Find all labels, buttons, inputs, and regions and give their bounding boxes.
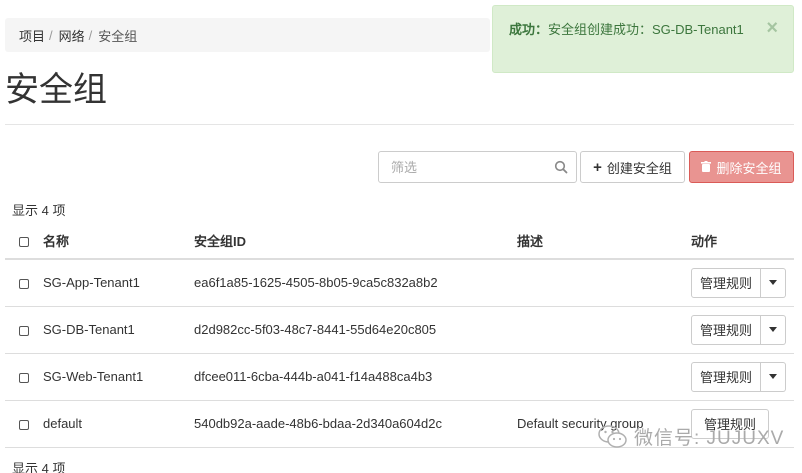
breadcrumb-separator: / bbox=[49, 27, 53, 43]
delete-security-group-button[interactable]: 删除安全组 bbox=[689, 151, 794, 183]
cell-name: SG-Web-Tenant1 bbox=[43, 353, 194, 401]
row-checkbox[interactable] bbox=[19, 372, 29, 383]
cell-id: ea6f1a85-1625-4505-8b05-9ca5c832a8b2 bbox=[194, 259, 517, 307]
cell-description bbox=[517, 306, 691, 354]
trash-icon bbox=[701, 160, 712, 175]
actions-dropdown-toggle[interactable] bbox=[761, 314, 786, 345]
caret-down-icon bbox=[769, 327, 777, 332]
table-row: SG-DB-Tenant1 d2d982cc-5f03-48c7-8441-55… bbox=[5, 306, 794, 354]
cell-description bbox=[517, 259, 691, 307]
manage-rules-button[interactable]: 管理规则 bbox=[691, 267, 761, 298]
security-groups-table: 名称 安全组ID 描述 动作 SG-App-Tenant1 ea6f1a85-1… bbox=[5, 223, 794, 448]
close-icon[interactable]: × bbox=[766, 18, 778, 38]
alert-message: 安全组创建成功：SG-DB-Tenant1 bbox=[548, 22, 744, 37]
manage-rules-button[interactable]: 管理规则 bbox=[691, 314, 761, 345]
breadcrumb: 项目 / 网络 / 安全组 bbox=[5, 18, 490, 52]
success-alert: 成功：安全组创建成功：SG-DB-Tenant1 × bbox=[492, 5, 794, 73]
row-checkbox[interactable] bbox=[19, 419, 29, 430]
table-row: SG-Web-Tenant1 dfcee011-6cba-444b-a041-f… bbox=[5, 353, 794, 401]
manage-rules-split-button: 管理规则 bbox=[691, 361, 786, 392]
item-count-top: 显示 4 项 bbox=[12, 203, 66, 218]
breadcrumb-item-project[interactable]: 项目 bbox=[19, 26, 45, 45]
cell-description bbox=[517, 353, 691, 401]
actions-dropdown-toggle[interactable] bbox=[761, 267, 786, 298]
search-icon[interactable] bbox=[554, 160, 568, 174]
watermark-text: 微信号: JUJUXV bbox=[634, 428, 785, 449]
page-title: 安全组 bbox=[5, 71, 107, 109]
row-checkbox[interactable] bbox=[19, 325, 29, 336]
column-header-actions: 动作 bbox=[691, 223, 794, 260]
column-header-id[interactable]: 安全组ID bbox=[194, 223, 517, 260]
cell-name: SG-App-Tenant1 bbox=[43, 259, 194, 307]
cell-id: 540db92a-aade-48b6-bdaa-2d340a604d2c bbox=[194, 400, 517, 448]
search-box bbox=[378, 151, 577, 183]
table-row: SG-App-Tenant1 ea6f1a85-1625-4505-8b05-9… bbox=[5, 259, 794, 307]
item-count-bottom: 显示 4 项 bbox=[12, 461, 66, 473]
column-header-description[interactable]: 描述 bbox=[517, 223, 691, 260]
delete-button-label: 删除安全组 bbox=[716, 160, 782, 176]
row-checkbox[interactable] bbox=[19, 278, 29, 289]
manage-rules-button[interactable]: 管理规则 bbox=[691, 361, 761, 392]
breadcrumb-separator: / bbox=[88, 27, 93, 43]
cell-name: SG-DB-Tenant1 bbox=[43, 306, 194, 354]
create-security-group-button[interactable]: + 创建安全组 bbox=[580, 151, 685, 183]
manage-rules-split-button: 管理规则 bbox=[691, 267, 786, 298]
select-all-checkbox[interactable] bbox=[19, 236, 29, 247]
plus-icon: + bbox=[593, 158, 602, 176]
manage-rules-split-button: 管理规则 bbox=[691, 314, 786, 345]
column-header-name[interactable]: 名称 bbox=[43, 223, 194, 260]
actions-dropdown-toggle[interactable] bbox=[761, 361, 786, 392]
cell-id: dfcee011-6cba-444b-a041-f14a488ca4b3 bbox=[194, 353, 517, 401]
caret-down-icon bbox=[769, 374, 777, 379]
watermark: 微信号: JUJUXV bbox=[598, 423, 784, 450]
table-header-row: 名称 安全组ID 描述 动作 bbox=[5, 223, 794, 260]
wechat-icon bbox=[598, 424, 628, 450]
search-input[interactable] bbox=[379, 152, 539, 182]
caret-down-icon bbox=[769, 280, 777, 286]
cell-name: default bbox=[43, 400, 194, 448]
cell-id: d2d982cc-5f03-48c7-8441-55d64e20c805 bbox=[194, 306, 517, 354]
breadcrumb-current: 安全组 bbox=[98, 28, 138, 44]
alert-prefix: 成功： bbox=[509, 22, 549, 37]
create-button-label: 创建安全组 bbox=[606, 160, 672, 176]
title-divider bbox=[5, 124, 794, 125]
breadcrumb-item-network[interactable]: 网络 bbox=[59, 26, 85, 45]
